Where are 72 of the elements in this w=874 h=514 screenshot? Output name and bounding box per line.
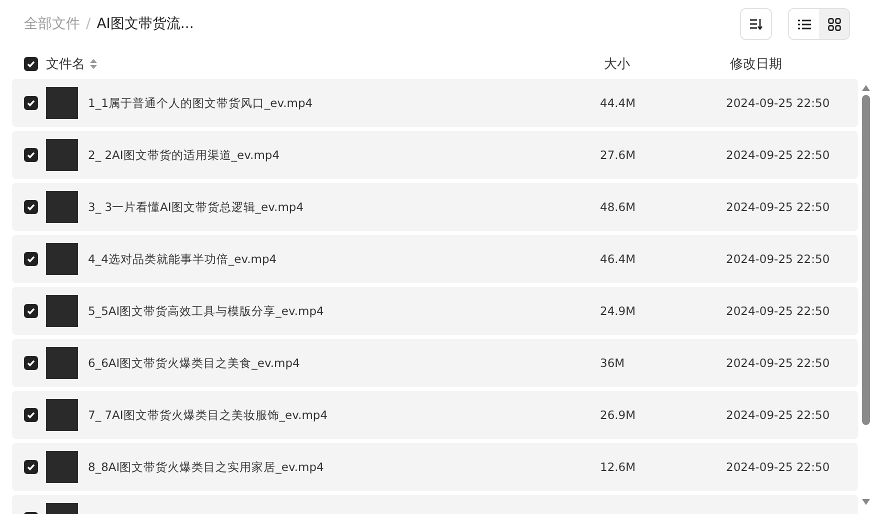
file-row[interactable]: 3_ 3一片看懂AI图文带货总逻辑_ev.mp4 48.6M 2024-09-25 22:50 (12, 183, 858, 231)
check-icon (26, 202, 36, 212)
scrollbar-thumb[interactable] (862, 95, 870, 425)
row-checkbox[interactable] (24, 96, 38, 110)
breadcrumb-item: AI图文带货流... (96, 15, 194, 33)
file-name[interactable]: 1_1属于普通个人的图文带货风口_ev.mp4 (88, 96, 313, 110)
list-view-button[interactable] (789, 9, 819, 39)
file-row[interactable]: 7_ 7AI图文带货火爆类目之美妆服饰_ev.mp4 26.9M 2024-09-25 22:50 (12, 391, 858, 439)
file-row[interactable]: 8_8AI图文带货火爆类目之实用家居_ev.mp4 12.6M 2024-09-25 22:50 (12, 443, 858, 491)
sort-button[interactable] (740, 8, 772, 40)
thumbnail-placeholder (46, 139, 78, 171)
row-checkbox[interactable] (24, 148, 38, 162)
file-size: 27.6M (600, 148, 636, 162)
thumbnail-placeholder (46, 347, 78, 379)
file-name[interactable]: 5_5AI图文带货高效工具与模版分享_ev.mp4 (88, 304, 324, 318)
file-row[interactable]: 2_ 2AI图文带货的适用渠道_ev.mp4 27.6M 2024-09-25 22:50 (12, 131, 858, 179)
check-icon (26, 358, 36, 368)
thumbnail-placeholder (46, 399, 78, 431)
modified-date: 2024-09-25 22:50 (726, 304, 830, 318)
file-size: 46.4M (600, 252, 636, 266)
file-name[interactable]: 7_ 7AI图文带货火爆类目之美妆服饰_ev.mp4 (88, 408, 328, 422)
check-icon (26, 306, 36, 316)
file-size: 48.6M (600, 200, 636, 214)
column-header[interactable]: 修改日期 (730, 55, 862, 73)
check-icon (26, 410, 36, 420)
file-row[interactable]: 4_4选对品类就能事半功倍_ev.mp4 46.4M 2024-09-25 22:50 (12, 235, 858, 283)
row-checkbox[interactable] (24, 356, 38, 370)
file-name[interactable]: 6_6AI图文带货火爆类目之美食_ev.mp4 (88, 356, 300, 370)
select-all-checkbox[interactable] (24, 57, 38, 71)
grid-icon (828, 18, 840, 30)
file-name[interactable]: 2_ 2AI图文带货的适用渠道_ev.mp4 (88, 148, 280, 162)
thumbnail-placeholder (46, 295, 78, 327)
check-icon (26, 59, 36, 69)
file-row[interactable]: 5_5AI图文带货高效工具与模版分享_ev.mp4 24.9M 2024-09-25 22:50 (12, 287, 858, 335)
modified-date: 2024-09-25 22:50 (726, 96, 830, 110)
thumbnail-placeholder (46, 451, 78, 483)
column-header[interactable]: 大小 (604, 55, 730, 73)
sort-icon (749, 18, 763, 30)
file-name[interactable]: 4_4选对品类就能事半功倍_ev.mp4 (88, 252, 277, 266)
modified-date: 2024-09-25 22:50 (726, 408, 830, 422)
file-size: 12.6M (600, 460, 636, 474)
check-icon (26, 98, 36, 108)
row-checkbox[interactable] (24, 252, 38, 266)
row-checkbox[interactable] (24, 460, 38, 474)
thumbnail-placeholder (46, 87, 78, 119)
row-checkbox[interactable] (24, 200, 38, 214)
scroll-up-icon[interactable] (862, 85, 870, 91)
modified-date: 2024-09-25 22:50 (726, 460, 830, 474)
breadcrumb-separator: / (86, 16, 91, 32)
file-size: 24.9M (600, 304, 636, 318)
row-checkbox[interactable] (24, 304, 38, 318)
column-header[interactable]: 文件名 (46, 55, 85, 73)
modified-date: 2024-09-25 22:50 (726, 148, 830, 162)
file-row[interactable]: 6_6AI图文带货火爆类目之美食_ev.mp4 36M 2024-09-25 22:50 (12, 339, 858, 387)
scroll-down-icon[interactable] (862, 499, 870, 505)
file-row[interactable]: 1_1属于普通个人的图文带货风口_ev.mp4 44.4M 2024-09-25 22:50 (12, 79, 858, 127)
file-name[interactable]: 8_8AI图文带货火爆类目之实用家居_ev.mp4 (88, 460, 324, 474)
sort-arrows-icon[interactable] (90, 59, 97, 69)
file-name[interactable]: 3_ 3一片看懂AI图文带货总逻辑_ev.mp4 (88, 200, 304, 214)
modified-date: 2024-09-25 22:50 (726, 252, 830, 266)
check-icon (26, 254, 36, 264)
file-size: 26.9M (600, 408, 636, 422)
modified-date: 2024-09-25 22:50 (726, 356, 830, 370)
file-size: 44.4M (600, 96, 636, 110)
check-icon (26, 462, 36, 472)
check-icon (26, 150, 36, 160)
modified-date: 2024-09-25 22:50 (726, 200, 830, 214)
thumbnail-placeholder (46, 243, 78, 275)
list-icon (798, 18, 810, 30)
row-checkbox[interactable] (24, 408, 38, 422)
thumbnail-placeholder (46, 191, 78, 223)
file-size: 36M (600, 356, 625, 370)
